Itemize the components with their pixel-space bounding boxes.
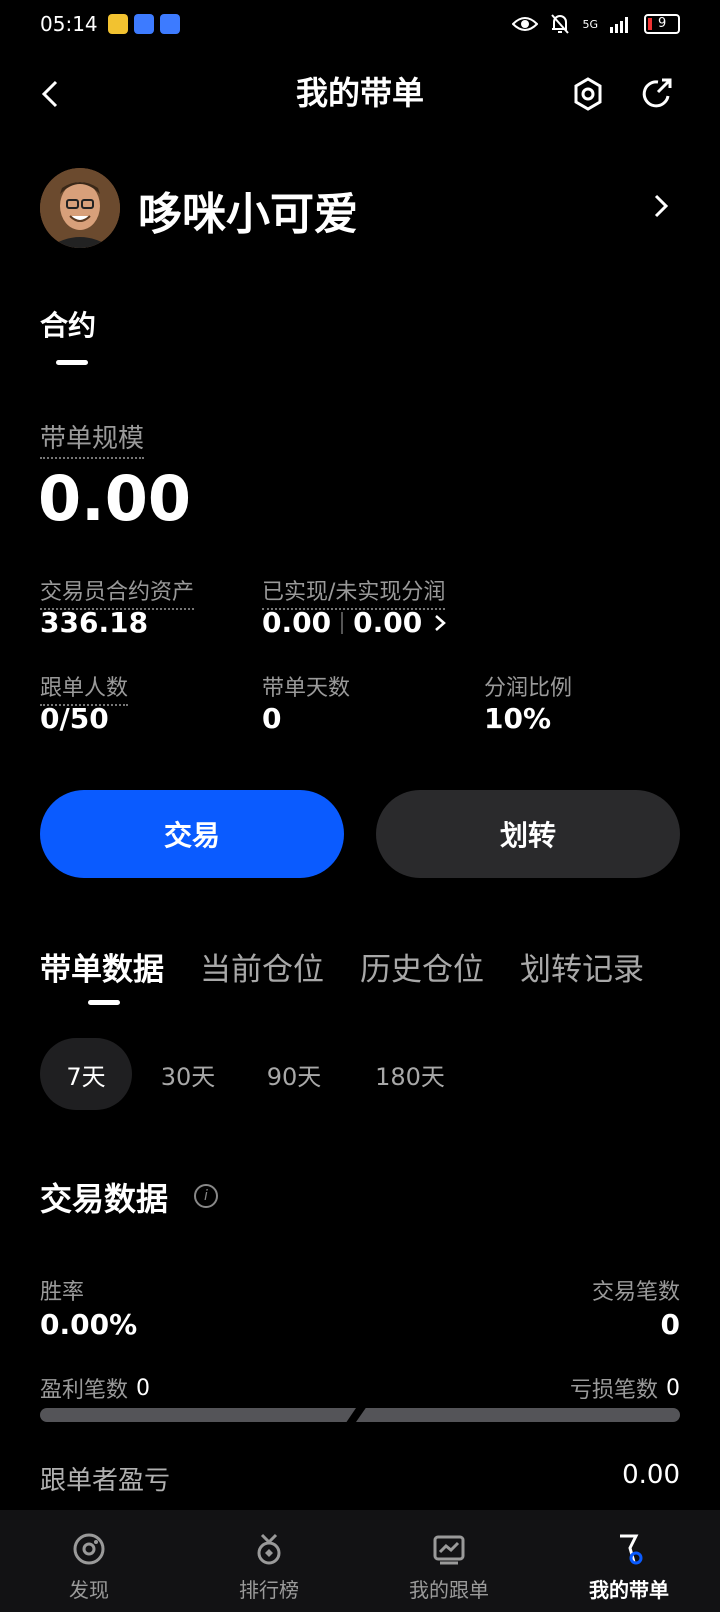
nav-ranking-label: 排行榜 [239, 1578, 299, 1602]
followers-label[interactable]: 跟单人数 [40, 670, 129, 706]
data-tab-indicator [88, 1000, 120, 1005]
network-type: 5G [582, 17, 598, 31]
section-title: 交易数据 [40, 1180, 169, 1218]
lead-scale-value: 0.00 [38, 462, 191, 535]
mute-bell-icon [551, 14, 570, 34]
chevron-right-icon[interactable] [648, 190, 672, 222]
nav-my-lead[interactable]: 我的带单 [564, 1532, 694, 1603]
follower-pnl-label: 跟单者盈亏 [40, 1466, 171, 1496]
app-notification-icon [133, 14, 154, 34]
discover-icon [73, 1533, 105, 1565]
transfer-button[interactable]: 划转 [376, 790, 680, 878]
share-ratio-label: 分润比例 [484, 676, 573, 701]
settings-icon[interactable] [570, 74, 606, 114]
signal-icon [610, 17, 628, 33]
realized-profit-value: 0.00 [262, 606, 332, 639]
tab-history-positions[interactable]: 历史仓位 [360, 944, 484, 989]
lead-scale-label[interactable]: 带单规模 [40, 418, 145, 459]
profit-bar [40, 1408, 356, 1422]
tab-contract[interactable]: 合约 [40, 304, 96, 344]
weather-icon [107, 14, 128, 34]
divider [341, 611, 344, 634]
chevron-right-icon [435, 614, 447, 631]
avatar-image [40, 168, 120, 248]
nickname[interactable]: 哆咪小可爱 [138, 178, 358, 242]
share-ratio-value: 10% [484, 702, 552, 735]
page-title: 我的带单 [295, 74, 424, 112]
loss-count-value: 0 [666, 1375, 680, 1401]
info-icon[interactable]: i [194, 1184, 218, 1208]
medal-icon [257, 1533, 281, 1565]
nav-my-follow-label: 我的跟单 [409, 1578, 489, 1602]
nav-discover-label: 发现 [69, 1578, 109, 1602]
eye-icon [512, 17, 539, 31]
profit-share-label[interactable]: 已实现/未实现分润 [262, 574, 446, 610]
trade-count-value: 0 [660, 1308, 680, 1341]
share-icon[interactable] [640, 74, 676, 114]
app-notification-icon [159, 14, 180, 34]
status-bar: 05:14 5G 9 [0, 0, 720, 48]
chart-icon [433, 1535, 465, 1565]
battery-icon: 9 [644, 14, 680, 34]
period-180d[interactable]: 180天 [364, 1038, 456, 1110]
tab-transfer-records[interactable]: 划转记录 [520, 944, 644, 989]
lead-days-label: 带单天数 [262, 676, 351, 701]
trader-assets-label[interactable]: 交易员合约资产 [40, 574, 195, 610]
period-30d[interactable]: 30天 [148, 1038, 228, 1110]
battery-level: 9 [658, 16, 667, 31]
flag-icon [620, 1534, 643, 1565]
nav-discover[interactable]: 发现 [24, 1532, 154, 1603]
profit-count-value: 0 [136, 1375, 151, 1401]
win-rate-label: 胜率 [40, 1280, 85, 1305]
profit-share-values[interactable]: 0.00 0.00 [262, 606, 448, 639]
trader-assets-value: 336.18 [40, 606, 149, 639]
lead-days-value: 0 [262, 702, 282, 735]
tab-indicator [56, 360, 88, 365]
loss-bar [356, 1408, 680, 1422]
status-time: 05:14 [40, 12, 98, 36]
loss-count-label: 亏损笔数 [569, 1378, 658, 1403]
trade-button[interactable]: 交易 [40, 790, 344, 878]
period-90d[interactable]: 90天 [254, 1038, 334, 1110]
profit-count-label: 盈利笔数 [40, 1378, 129, 1403]
tab-current-positions[interactable]: 当前仓位 [200, 944, 324, 989]
avatar[interactable] [40, 168, 120, 248]
followers-value: 0/50 [40, 702, 109, 735]
trade-count-label: 交易笔数 [591, 1280, 680, 1305]
win-rate-value: 0.00% [40, 1308, 138, 1341]
period-7d[interactable]: 7天 [40, 1038, 132, 1110]
unrealized-profit-value: 0.00 [353, 606, 423, 639]
tab-lead-data[interactable]: 带单数据 [40, 944, 164, 989]
follower-pnl-value: 0.00 [622, 1460, 680, 1490]
nav-my-follow[interactable]: 我的跟单 [384, 1532, 514, 1603]
nav-my-lead-label: 我的带单 [589, 1578, 669, 1602]
nav-ranking[interactable]: 排行榜 [204, 1532, 334, 1603]
